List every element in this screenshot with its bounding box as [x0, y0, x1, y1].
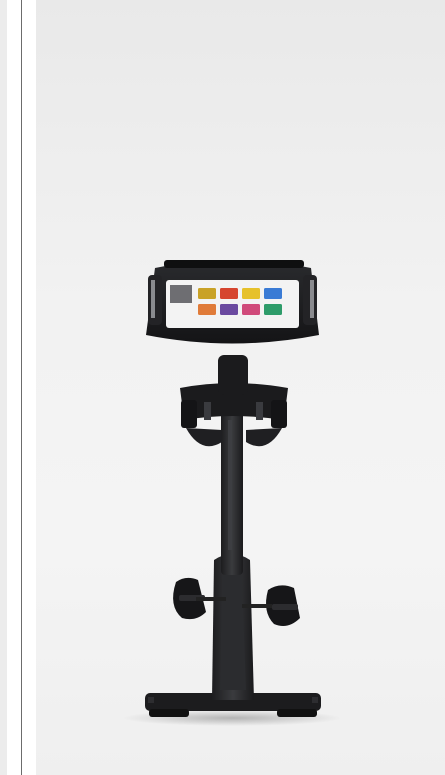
screen-tile: [198, 304, 216, 315]
screen-tile: [242, 288, 260, 299]
product-photo-panel[interactable]: [36, 0, 445, 775]
screen-tile: [264, 288, 282, 299]
screen-tile: [264, 304, 282, 315]
vertical-divider: [21, 0, 22, 775]
console-display: [146, 260, 319, 344]
page: [0, 0, 445, 775]
console-neck: [218, 355, 248, 395]
screen-tile: [198, 288, 216, 299]
screen-tile: [242, 304, 260, 315]
screen-tile: [220, 304, 238, 315]
exercise-bike-image: [122, 260, 342, 726]
screen-tile: [220, 288, 238, 299]
left-edge-strip: [0, 0, 7, 775]
